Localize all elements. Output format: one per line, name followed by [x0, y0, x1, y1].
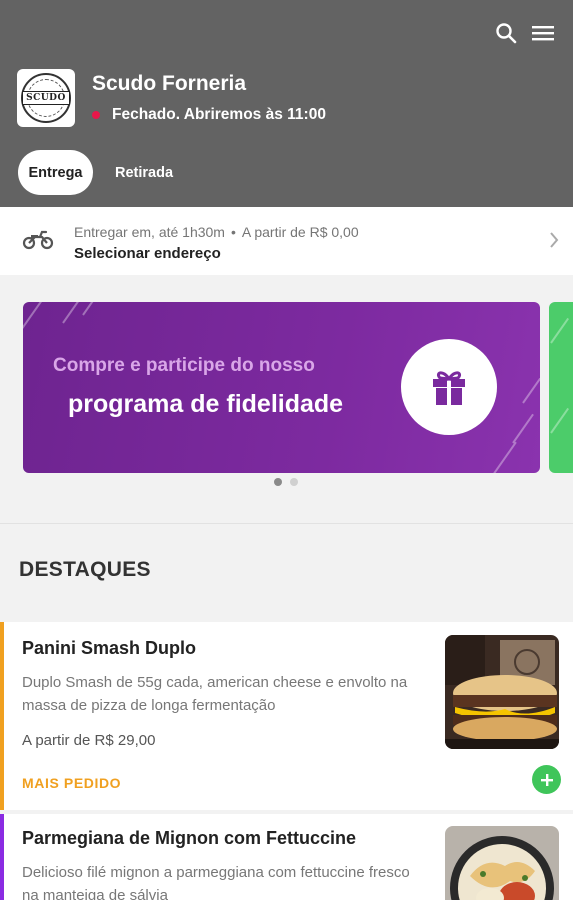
store-name: Scudo Forneria [92, 72, 247, 95]
pagination-dot-1[interactable] [274, 478, 282, 486]
gift-icon [401, 339, 497, 435]
product-badge: MAIS PEDIDO [22, 775, 122, 791]
select-address-label: Selecionar endereço [74, 245, 221, 262]
store-logo: SCUDO [17, 69, 75, 127]
delivery-separator: • [230, 224, 236, 240]
delivery-time: Entregar em, até 1h30m [74, 224, 225, 240]
banner-pagination [274, 478, 298, 486]
product-image [445, 635, 559, 749]
product-description: Delicioso filé mignon a parmeggiana com … [22, 864, 410, 900]
store-header: SCUDO Scudo Forneria Fechado. Abriremos … [0, 0, 573, 207]
delivery-min-order: A partir de R$ 0,00 [241, 224, 359, 240]
product-name: Panini Smash Duplo [22, 638, 197, 658]
banner-subtitle: Compre e participe do nosso [53, 355, 315, 376]
delivery-info: Entregar em, até 1h30m • A partir de R$ 0,… [74, 224, 359, 240]
delivery-address-selector[interactable]: Entregar em, até 1h30m • A partir de R$ 0,… [0, 207, 573, 275]
store-status: Fechado. Abriremos às 11:00 [92, 106, 326, 124]
tab-retirada[interactable]: Retirada [100, 150, 188, 195]
section-title-destaques: DESTAQUES [19, 558, 151, 581]
product-name: Parmegiana de Mignon com Fettuccine [22, 828, 357, 848]
loyalty-banner[interactable]: Compre e participe do nosso programa de … [23, 302, 540, 473]
add-product-button[interactable] [532, 765, 561, 794]
banner-title: programa de fidelidade [68, 390, 344, 418]
product-card[interactable]: Panini Smash Duplo Duplo Smash de 55g ca… [0, 622, 573, 810]
motorcycle-icon [22, 229, 54, 256]
pagination-dot-2[interactable] [290, 478, 298, 486]
card-accent-bar [0, 814, 4, 900]
tab-entrega[interactable]: Entrega [18, 150, 93, 195]
product-description: Duplo Smash de 55g cada, american cheese… [22, 674, 408, 714]
product-card[interactable]: Parmegiana de Mignon com Fettuccine Deli… [0, 814, 573, 900]
search-icon[interactable] [491, 18, 521, 48]
product-image [445, 826, 559, 900]
next-banner-preview[interactable] [549, 302, 573, 473]
chevron-right-icon [549, 231, 559, 254]
logo-text: SCUDO [22, 91, 70, 105]
menu-icon[interactable] [528, 18, 558, 48]
card-accent-bar [0, 622, 4, 810]
status-text: Fechado. Abriremos às 11:00 [112, 106, 326, 123]
section-divider [0, 523, 573, 524]
product-price: A partir de R$ 29,00 [22, 732, 156, 749]
status-dot-icon [92, 111, 100, 119]
